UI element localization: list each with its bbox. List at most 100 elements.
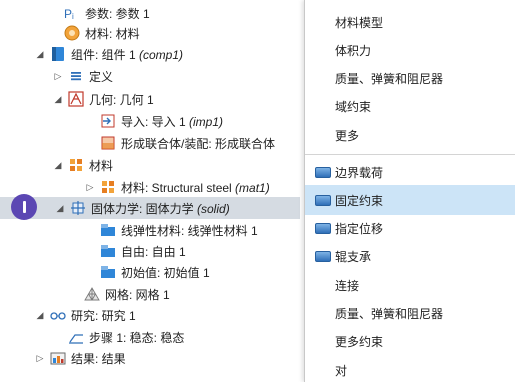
menu-item-more-constraints[interactable]: 更多约束 <box>305 326 515 356</box>
menu-item-domain-constraints[interactable]: 域约束 <box>305 91 515 121</box>
tree-node-label-wrap: 材料: Structural steel (mat1) <box>121 179 270 196</box>
menu-item-label: 指定位移 <box>335 221 384 236</box>
tree-node-materials[interactable]: ◢ 材料 <box>52 154 113 176</box>
tree-node-geometry[interactable]: ◢ 几何: 几何 1 <box>52 88 154 110</box>
tree-node-label-wrap: 固体力学: 固体力学 (solid) <box>91 200 230 217</box>
tree-node-label: 几何: 几何 1 <box>89 92 154 107</box>
tree-node-label: 形成联合体/装配: 形成联合体 <box>121 136 276 151</box>
tree-node-label: 网格: 网格 1 <box>105 287 170 302</box>
solid-mechanics-icon <box>70 200 86 216</box>
tree-node-label: 材料: Structural steel <box>121 180 236 195</box>
collapse-arrow-icon[interactable]: ◢ <box>54 203 66 214</box>
menu-item-roller[interactable]: 辊支承 <box>305 241 515 271</box>
tree-node-definitions[interactable]: ▷ 定义 <box>52 65 113 87</box>
tree-node-label: 步骤 1: 稳态: 稳态 <box>89 330 185 345</box>
tree-node-import[interactable]: 导入: 导入 1 (imp1) <box>100 110 223 132</box>
menu-item-label: 材料模型 <box>335 15 384 30</box>
boundary-feature-icon <box>315 166 331 178</box>
menu-separator <box>305 154 515 155</box>
menu-item-label: 质量、弹簧和阻尼器 <box>335 71 444 86</box>
tree-node-solid-mechanics[interactable]: ◢ 固体力学: 固体力学 (solid) <box>0 197 300 219</box>
menu-item-label: 对 <box>335 363 348 378</box>
tree-node-label: 线弹性材料: 线弹性材料 1 <box>121 223 258 238</box>
materials-icon <box>68 157 84 173</box>
menu-item-pairs[interactable]: 对 <box>305 355 515 382</box>
step-marker-badge <box>11 194 37 220</box>
tree-node-structural-steel[interactable]: ▷ 材料: Structural steel (mat1) <box>84 176 270 198</box>
study-icon <box>50 307 66 323</box>
tree-node-label-wrap: 组件: 组件 1 (comp1) <box>71 46 183 63</box>
collapse-arrow-icon[interactable]: ◢ <box>52 160 64 171</box>
step-marker-bar <box>22 201 26 213</box>
expand-arrow-icon[interactable]: ▷ <box>34 353 46 364</box>
menu-item-material-model[interactable]: 材料模型 <box>305 7 515 37</box>
tree-node-label: 组件: 组件 1 <box>71 47 140 62</box>
menu-item-more[interactable]: 更多 <box>305 120 515 150</box>
menu-item-label: 固定约束 <box>335 193 384 208</box>
tree-node-label: 固体力学: 固体力学 <box>91 201 198 216</box>
boundary-feature-icon <box>315 222 331 234</box>
tree-node-tag: (solid) <box>197 201 230 216</box>
menu-item-mass-spring-damper-domain[interactable]: 质量、弹簧和阻尼器 <box>305 63 515 93</box>
tree-node-component[interactable]: ◢ 组件: 组件 1 (comp1) <box>34 43 183 65</box>
tree-node-study[interactable]: ◢ 研究: 研究 1 <box>34 304 136 326</box>
menu-item-prescribed-displacement[interactable]: 指定位移 <box>305 213 515 243</box>
collapse-arrow-icon[interactable]: ◢ <box>34 49 46 60</box>
tree-node-label: 初始值: 初始值 1 <box>121 265 210 280</box>
tree-node-initial-values[interactable]: 初始值: 初始值 1 <box>100 261 210 283</box>
tree-node-label: 结果: 结果 <box>71 351 126 366</box>
menu-item-boundary-load[interactable]: 边界载荷 <box>305 157 515 187</box>
menu-item-label: 辊支承 <box>335 249 372 264</box>
menu-item-connections[interactable]: 连接 <box>305 270 515 300</box>
tree-node-form-union[interactable]: 形成联合体/装配: 形成联合体 <box>100 132 275 154</box>
menu-item-label: 质量、弹簧和阻尼器 <box>335 306 444 321</box>
domain-feature-icon <box>100 264 116 280</box>
tree-node-parameters[interactable]: Pi 参数: 参数 1 <box>64 2 150 24</box>
expand-arrow-icon[interactable]: ▷ <box>52 71 64 82</box>
tree-node-tag: (mat1) <box>235 180 270 195</box>
tree-node-study-step[interactable]: 步骤 1: 稳态: 稳态 <box>68 326 184 348</box>
materials-icon <box>100 179 116 195</box>
tree-node-label: 材料 <box>89 158 114 173</box>
tree-node-label: 参数: 参数 1 <box>85 6 150 21</box>
menu-item-label: 更多约束 <box>335 334 384 349</box>
boundary-feature-icon <box>315 194 331 206</box>
tree-node-free[interactable]: 自由: 自由 1 <box>100 240 186 262</box>
domain-feature-icon <box>100 243 116 259</box>
svg-text:P: P <box>64 7 72 20</box>
tree-node-label-wrap: 导入: 导入 1 (imp1) <box>121 113 223 130</box>
mesh-icon <box>84 286 100 302</box>
material-sphere-icon <box>64 25 80 41</box>
tree-node-tag: (comp1) <box>139 47 184 62</box>
study-step-icon <box>68 329 84 345</box>
expand-arrow-icon[interactable]: ▷ <box>84 182 96 193</box>
geometry-icon <box>68 91 84 107</box>
tree-node-results[interactable]: ▷ 结果: 结果 <box>34 347 126 369</box>
menu-item-body-load[interactable]: 体积力 <box>305 35 515 65</box>
tree-node-mesh[interactable]: 网格: 网格 1 <box>84 283 170 305</box>
collapse-arrow-icon[interactable]: ◢ <box>34 310 46 321</box>
domain-feature-icon <box>100 222 116 238</box>
menu-item-label: 体积力 <box>335 43 372 58</box>
tree-node-label: 材料: 材料 <box>85 26 140 41</box>
import-icon <box>100 113 116 129</box>
tree-node-label: 导入: 导入 1 <box>121 114 190 129</box>
tree-node-label: 自由: 自由 1 <box>121 244 186 259</box>
parameters-icon: Pi <box>64 5 80 21</box>
definitions-icon <box>68 68 84 84</box>
tree-node-label: 定义 <box>89 69 114 84</box>
menu-item-fixed-constraint[interactable]: 固定约束 <box>305 185 515 215</box>
svg-text:i: i <box>72 12 74 20</box>
menu-item-label: 更多 <box>335 128 360 143</box>
component-icon <box>50 46 66 62</box>
menu-item-label: 域约束 <box>335 99 372 114</box>
tree-node-label: 研究: 研究 1 <box>71 308 136 323</box>
model-builder-tree: Pi 参数: 参数 1 材料: 材料 ◢ 组件: 组件 1 (comp1) ▷ … <box>0 0 310 382</box>
menu-item-mass-spring-damper-boundary[interactable]: 质量、弹簧和阻尼器 <box>305 298 515 328</box>
boundary-feature-icon <box>315 250 331 262</box>
tree-node-linear-elastic[interactable]: 线弹性材料: 线弹性材料 1 <box>100 219 258 241</box>
tree-node-materials-global[interactable]: 材料: 材料 <box>64 22 140 44</box>
tree-node-tag: (imp1) <box>189 114 224 129</box>
collapse-arrow-icon[interactable]: ◢ <box>52 94 64 105</box>
results-icon <box>50 350 66 366</box>
